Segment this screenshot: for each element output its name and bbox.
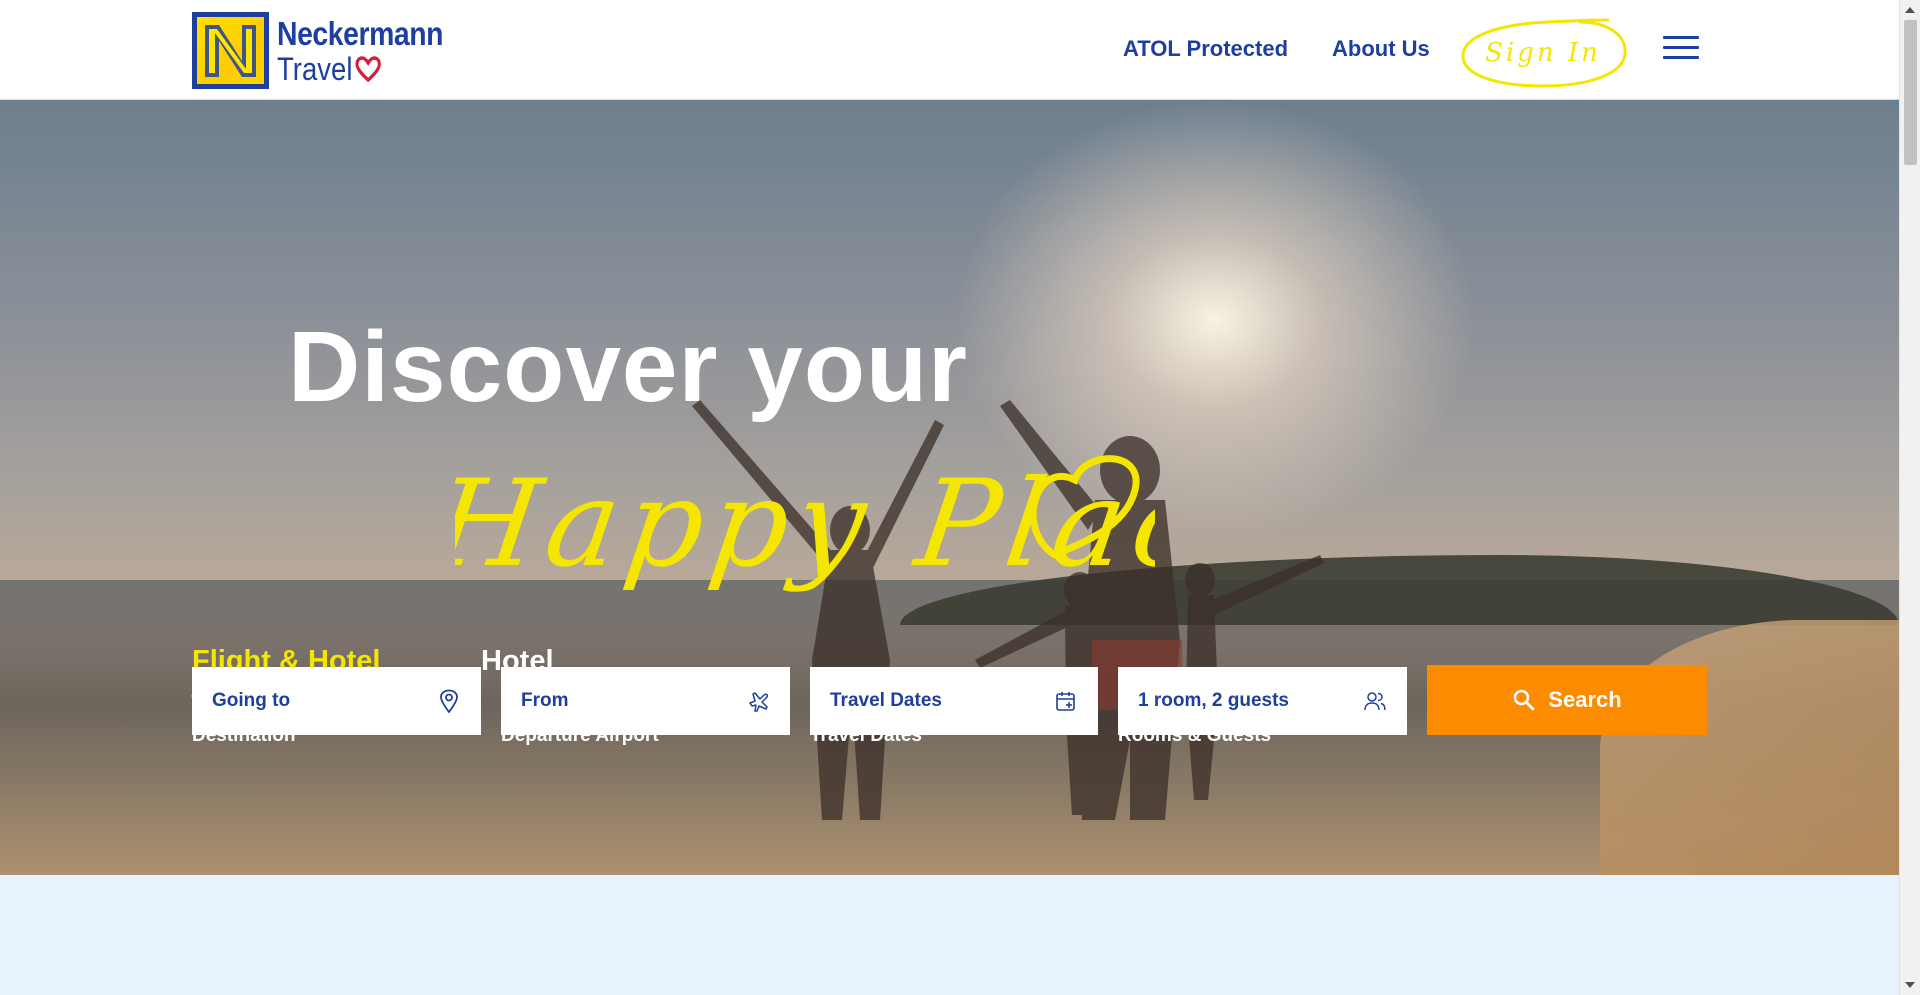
heart-icon [355,55,381,82]
rooms-guests-input[interactable]: 1 room, 2 guests [1118,667,1407,735]
travel-dates-placeholder: Travel Dates [830,690,942,711]
sign-in-label: Sign In [1485,38,1601,68]
scroll-thumb[interactable] [1904,20,1917,165]
destination-placeholder: Going to [212,690,291,711]
scroll-down-icon[interactable] [1905,982,1915,988]
brand-subname: Travel [277,50,353,87]
logo-mark [192,12,269,89]
map-pin-icon [437,689,461,713]
search-button[interactable]: Search [1427,665,1707,735]
search-icon [1514,689,1535,711]
menu-hamburger-icon[interactable] [1663,36,1699,60]
sign-in-button[interactable]: Sign In [1459,18,1627,88]
happy-place-script: Happy Place [455,455,1155,594]
scroll-up-icon[interactable] [1905,7,1915,13]
departure-placeholder: From [521,690,569,711]
calendar-icon [1054,689,1078,713]
brand-logo[interactable]: Neckermann Travel [192,12,470,89]
destination-input[interactable]: Going to [192,667,481,735]
travel-dates-input[interactable]: Travel Dates [810,667,1098,735]
search-button-label: Search [1548,687,1622,712]
guests-icon [1363,689,1387,713]
nav-atol-protected[interactable]: ATOL Protected [1123,36,1288,62]
brand-name: Neckermann [277,14,444,52]
airplane-icon [746,689,770,713]
departure-airport-input[interactable]: From [501,667,790,735]
happy-place-text: Happy Place [455,455,1155,594]
site-header: Neckermann Travel ATOL Protected About U… [0,0,1899,100]
page-scrollbar[interactable] [1899,0,1920,995]
rooms-guests-placeholder: 1 room, 2 guests [1138,690,1289,711]
nav-about-us[interactable]: About Us [1332,36,1430,62]
hero-banner: Discover your Happy Place Flight & Hotel… [0,100,1899,875]
